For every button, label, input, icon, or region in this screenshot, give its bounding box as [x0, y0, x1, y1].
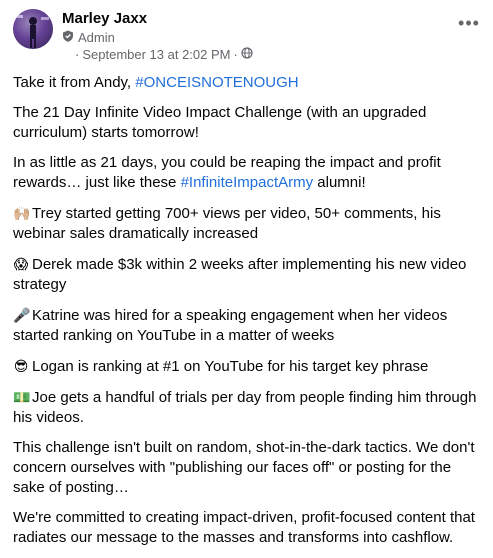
post-paragraph: Take it from Andy, #ONCEISNOTENOUGH — [13, 73, 483, 93]
list-item-text: Trey started getting 700+ views per vide… — [13, 205, 441, 242]
money-icon: 💵 — [13, 389, 31, 405]
author-avatar[interactable] — [13, 9, 53, 49]
post-paragraph: This challenge isn't built on random, sh… — [13, 439, 475, 496]
globe-icon[interactable] — [241, 47, 253, 62]
paragraph-text: alumni! — [313, 174, 366, 191]
list-item: 🙌🏼 Trey started getting 700+ views per vi… — [13, 203, 483, 244]
list-item-text: Derek made $3k within 2 weeks after impl… — [13, 256, 467, 293]
list-item-text: Joe gets a handful of trials per day fro… — [13, 389, 477, 426]
post-meta: · September 13 at 2:02 PM · — [75, 47, 253, 62]
hashtag-link[interactable]: #ONCEISNOTENOUGH — [135, 74, 298, 91]
author-name[interactable]: Marley Jaxx — [62, 10, 147, 27]
meta-separator: · — [75, 47, 80, 62]
list-item-text: Logan is ranking at #1 on YouTube for hi… — [32, 358, 429, 375]
facebook-post: Marley Jaxx Admin · September 13 at 2:02… — [0, 0, 493, 546]
post-timestamp[interactable]: September 13 at 2:02 PM — [82, 47, 230, 62]
screaming-face-icon: 😱 — [13, 256, 29, 272]
list-item: 🎤 Katrine was hired for a speaking engage… — [13, 305, 483, 346]
post-header: Marley Jaxx Admin · September 13 at 2:02… — [13, 9, 481, 62]
author-role: Admin — [62, 30, 115, 45]
list-item: 💵 Joe gets a handful of trials per day fr… — [13, 387, 483, 428]
meta-separator: · — [233, 47, 238, 62]
shield-icon — [62, 30, 74, 45]
post-paragraph: In as little as 21 days, you could be re… — [13, 153, 483, 193]
paragraph-text: Take it from Andy, — [13, 74, 136, 91]
sunglasses-face-icon: 😎 — [13, 358, 29, 374]
post-paragraph: The 21 Day Infinite Video Impact Challen… — [13, 104, 427, 141]
list-item-text: Katrine was hired for a speaking engagem… — [13, 307, 448, 344]
raised-hands-icon: 🙌🏼 — [13, 205, 31, 221]
list-item: 😱 Derek made $3k within 2 weeks after imp… — [13, 254, 483, 295]
microphone-icon: 🎤 — [13, 307, 31, 323]
hashtag-link[interactable]: #InfiniteImpactArmy — [181, 174, 314, 191]
post-body: Take it from Andy, #ONCEISNOTENOUGH The … — [13, 73, 483, 558]
post-paragraph: We're committed to creating impact-drive… — [13, 509, 475, 546]
more-options-icon[interactable]: ••• — [457, 13, 481, 33]
role-label: Admin — [78, 30, 115, 45]
list-item: 😎 Logan is ranking at #1 on YouTube for h… — [13, 356, 483, 377]
